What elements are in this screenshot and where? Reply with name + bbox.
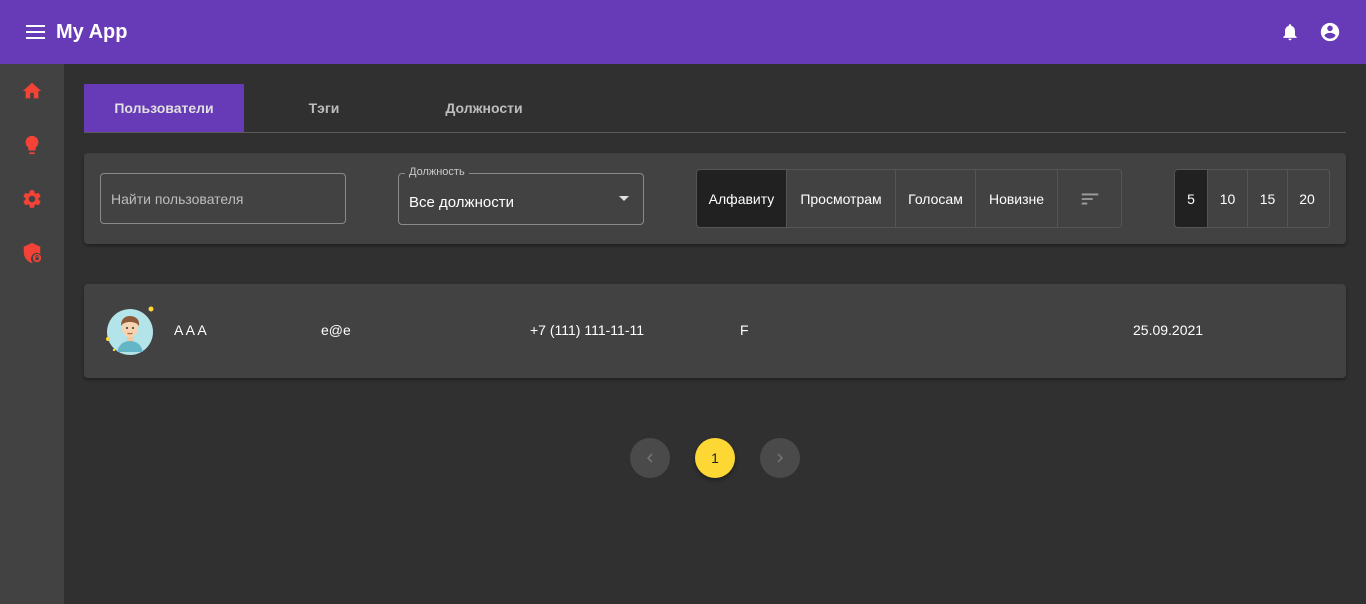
sort-views-button[interactable]: Просмотрам bbox=[787, 170, 896, 227]
user-date: 25.09.2021 bbox=[1133, 322, 1204, 338]
page-size-10-button[interactable]: 10 bbox=[1208, 170, 1248, 227]
tab-bar: Пользователи Тэги Должности bbox=[84, 84, 1346, 133]
pagination-prev-button[interactable] bbox=[630, 438, 670, 478]
page-size-15-button[interactable]: 15 bbox=[1248, 170, 1288, 227]
chevron-right-icon bbox=[777, 453, 783, 463]
user-name: A A A bbox=[174, 322, 207, 338]
sort-direction-button[interactable] bbox=[1058, 170, 1121, 227]
page-size-5-button[interactable]: 5 bbox=[1175, 170, 1208, 227]
avatar bbox=[106, 306, 156, 356]
user-position: F bbox=[740, 322, 749, 338]
sort-icon bbox=[1081, 193, 1098, 204]
page-size-toggle-group: 5 10 15 20 bbox=[1174, 169, 1330, 228]
tab-positions[interactable]: Должности bbox=[404, 84, 564, 132]
chevron-left-icon bbox=[647, 453, 653, 463]
pagination-page-button[interactable]: 1 bbox=[695, 438, 735, 478]
sort-newest-button[interactable]: Новизне bbox=[976, 170, 1058, 227]
sort-toggle-group: Алфавиту Просмотрам Голосам Новизне bbox=[696, 169, 1122, 228]
tab-tags[interactable]: Тэги bbox=[244, 84, 404, 132]
menu-icon[interactable] bbox=[24, 20, 48, 44]
tab-users[interactable]: Пользователи bbox=[84, 84, 244, 132]
pagination-next-button[interactable] bbox=[760, 438, 800, 478]
filter-toolbar: Должность Все должности Алфавиту Просмот… bbox=[84, 153, 1346, 244]
security-shield-icon[interactable] bbox=[20, 241, 44, 265]
user-phone: +7 (111) 111-11-11 bbox=[530, 322, 645, 338]
sort-votes-button[interactable]: Голосам bbox=[896, 170, 976, 227]
search-input[interactable] bbox=[100, 173, 346, 224]
user-email: e@e bbox=[321, 322, 351, 338]
user-list-item[interactable]: A A A e@e +7 (111) 111-11-11 F 25.09.202… bbox=[84, 284, 1346, 378]
lightbulb-icon[interactable] bbox=[20, 133, 44, 157]
home-icon[interactable] bbox=[20, 79, 44, 103]
page-size-20-button[interactable]: 20 bbox=[1288, 170, 1326, 227]
position-select-value: Все должности bbox=[409, 194, 514, 211]
dropdown-arrow-icon bbox=[619, 196, 629, 201]
position-select[interactable]: Должность Все должности bbox=[398, 166, 644, 225]
app-title: My App bbox=[56, 20, 128, 43]
app-bar: My App bbox=[0, 0, 1366, 64]
position-select-label: Должность bbox=[405, 166, 469, 178]
sidebar bbox=[0, 64, 64, 604]
gear-icon[interactable] bbox=[20, 187, 44, 211]
sort-alphabet-button[interactable]: Алфавиту bbox=[697, 170, 787, 227]
bell-icon[interactable] bbox=[1278, 20, 1302, 44]
account-circle-icon[interactable] bbox=[1318, 20, 1342, 44]
